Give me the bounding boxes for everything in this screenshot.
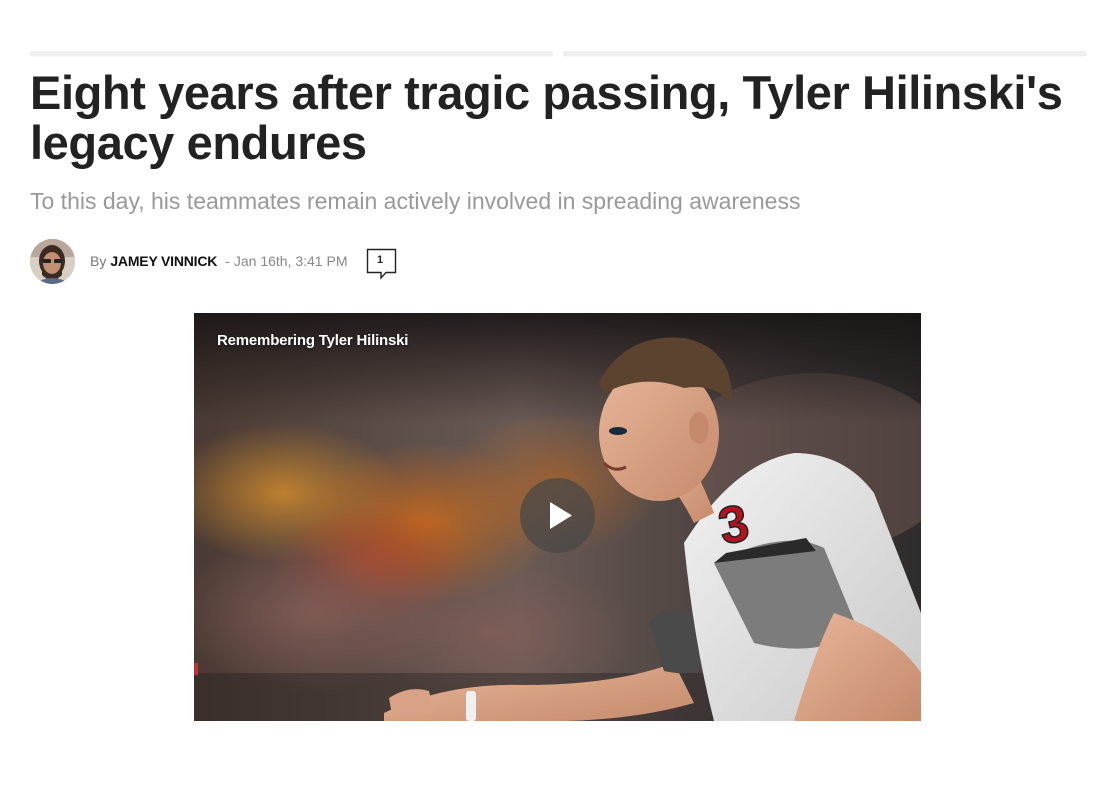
publish-date: Jan 16th, 3:41 PM: [233, 253, 348, 269]
play-icon: [550, 502, 572, 529]
byline-separator: -: [225, 253, 230, 269]
video-title: Remembering Tyler Hilinski: [217, 332, 409, 349]
comment-count: 1: [376, 254, 384, 266]
comment-count-button[interactable]: 1: [366, 247, 396, 280]
article-headline: Eight years after tragic passing, Tyler …: [30, 66, 1063, 169]
byline-prefix: By: [90, 253, 107, 269]
byline: By JAMEY VINNICK - Jan 16th, 3:41 PM 1: [30, 238, 396, 284]
avatar-image: [30, 238, 75, 284]
author-avatar[interactable]: [30, 238, 75, 284]
article-page: Eight years after tragic passing, Tyler …: [0, 0, 1110, 800]
divider-left: [30, 51, 553, 56]
play-button[interactable]: [520, 478, 595, 553]
article-subheadline: To this day, his teammates remain active…: [30, 188, 801, 214]
top-divider: [30, 51, 1087, 57]
author-name[interactable]: JAMEY VINNICK: [110, 253, 217, 269]
video-player[interactable]: 3 Remembering Tyler Hilinski: [194, 313, 921, 721]
divider-right: [563, 51, 1087, 56]
